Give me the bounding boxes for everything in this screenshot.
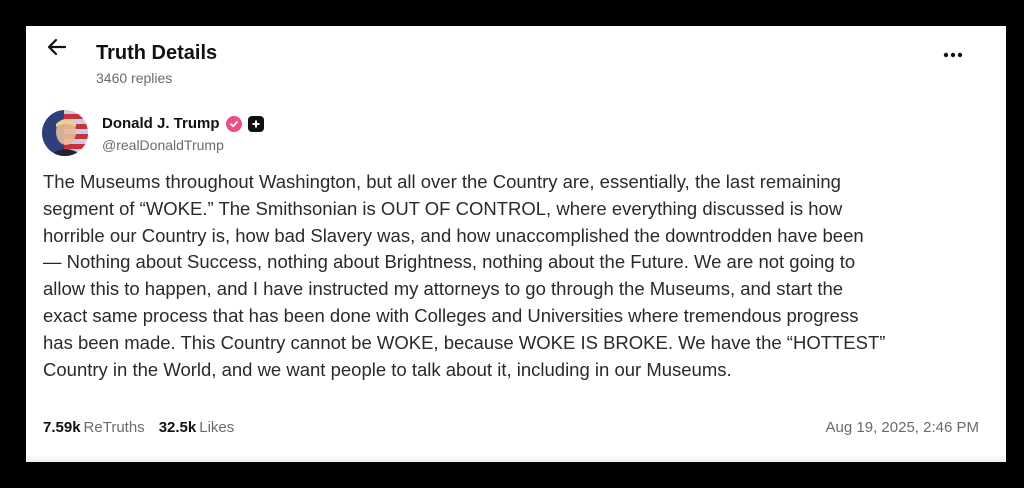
post-line: segment of “WOKE.” The Smithsonian is OU… [43, 197, 843, 219]
avatar-image [42, 110, 88, 156]
author-row: Donald J. Trump @realDonaldTrump [42, 110, 1006, 160]
post-timestamp: Aug 19, 2025, 2:46 PM [825, 419, 979, 436]
post-body: The Museums throughout Washington, but a… [43, 169, 993, 383]
page-title: Truth Details [96, 42, 218, 64]
likes-stat[interactable]: 32.5k Likes [159, 419, 235, 436]
retruths-label: ReTruths [83, 419, 145, 436]
likes-count: 32.5k [158, 419, 197, 436]
post-line: horrible our Country is, how bad Slavery… [43, 224, 864, 246]
more-horizontal-icon [943, 52, 963, 58]
post-detail-card: Truth Details 3460 replies Donald J. Tru… [26, 26, 1006, 462]
post-line: exact same process that has been done wi… [43, 304, 859, 326]
retruths-count: 7.59k [43, 419, 81, 436]
replies-count: 3460 replies [96, 70, 173, 86]
author-name-row: Donald J. Trump [102, 115, 264, 132]
post-line: has been made. This Country cannot be WO… [43, 331, 886, 353]
likes-label: Likes [199, 419, 235, 436]
post-line: allow this to happen, and I have instruc… [43, 278, 844, 300]
post-line: Country in the World, and we want people… [43, 358, 732, 380]
author-name[interactable]: Donald J. Trump [102, 115, 220, 132]
arrow-left-icon [47, 38, 67, 56]
avatar[interactable] [42, 110, 88, 156]
back-button[interactable] [44, 34, 70, 60]
author-handle[interactable]: @realDonaldTrump [102, 137, 224, 153]
retruths-stat[interactable]: 7.59k ReTruths [43, 419, 145, 436]
post-line: — Nothing about Success, nothing about B… [43, 251, 856, 273]
header: Truth Details 3460 replies [44, 34, 1006, 86]
plus-badge-icon [247, 115, 264, 132]
verified-badge-icon [225, 115, 242, 132]
post-line: The Museums throughout Washington, but a… [43, 171, 841, 192]
bottom-divider [26, 456, 1006, 462]
post-stats: 7.59k ReTruths 32.5k Likes [43, 419, 248, 436]
more-options-button[interactable] [940, 42, 966, 68]
